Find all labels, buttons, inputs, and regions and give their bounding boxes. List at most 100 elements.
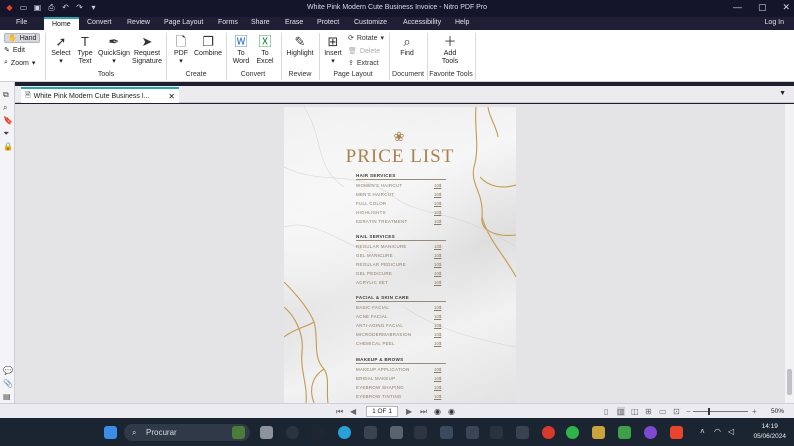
attachment-icon[interactable]: 📎 [3, 379, 13, 388]
presentation-icon[interactable]: ▭ [659, 407, 667, 416]
tab-accessibility[interactable]: Accessibility [403, 19, 441, 26]
pages-panel-icon[interactable]: ⧉ [3, 90, 9, 100]
page-number-field[interactable]: 1 OF 1 [366, 406, 398, 417]
document-tab[interactable]: 🗎 White Pink Modern Cute Business I... ✕ [21, 87, 179, 103]
highlight-button[interactable]: ✎ Highlight [284, 34, 316, 58]
app-icon[interactable] [618, 426, 631, 439]
wifi-icon[interactable]: ◠ [714, 427, 721, 436]
fit-page-icon[interactable]: ⊡ [673, 407, 680, 416]
previous-page-icon[interactable]: ◀ [350, 407, 356, 416]
lock-icon[interactable]: 🔒 [3, 142, 13, 151]
app-icon[interactable] [312, 426, 325, 439]
zoom-slider-handle[interactable] [708, 408, 710, 415]
app-icon[interactable] [440, 426, 453, 439]
tag-icon[interactable]: ⏷ [3, 129, 9, 139]
review-group-label: Review [288, 71, 312, 78]
search-placeholder: Procurar [146, 428, 177, 437]
tab-help[interactable]: Help [455, 19, 469, 26]
clock-time: 14:19 [761, 423, 778, 430]
quicksign-button[interactable]: ✒ QuickSign ▾ [97, 34, 131, 66]
type-text-button[interactable]: T Type Text [74, 34, 96, 66]
tab-list-dropdown-icon[interactable]: ▼ [779, 90, 786, 97]
combine-button[interactable]: ❐ Combine [194, 34, 222, 58]
app-icon[interactable] [490, 426, 503, 439]
tab-share[interactable]: Share [251, 19, 270, 26]
create-pdf-button[interactable]: 🗋 PDF ▾ [170, 34, 192, 66]
delete-button[interactable]: 🗑 Delete [348, 47, 380, 56]
maximize-button[interactable]: ▢ [758, 2, 767, 13]
windows-taskbar: ⌕ Procurar ˄ ◠ ◁ 14:19 05/06/2024 [0, 418, 794, 446]
windows-start-icon[interactable] [104, 426, 117, 439]
search-icon[interactable]: ⌕ [3, 103, 7, 113]
two-page-continuous-icon[interactable]: ⊞ [645, 407, 652, 416]
zoom-level[interactable]: 50% [771, 408, 784, 415]
two-page-view-icon[interactable]: ◫ [631, 407, 639, 416]
tab-erase[interactable]: Erase [285, 19, 303, 26]
next-view-icon[interactable]: ◉ [448, 407, 455, 416]
app-icon[interactable] [466, 426, 479, 439]
app-icon[interactable] [516, 426, 529, 439]
title-bar: ◆ ▭ ▣ ⎙ ↶ ↷ ▾ White Pink Modern Cute Bus… [0, 0, 794, 17]
login-button[interactable]: Log In [765, 19, 784, 26]
tab-home[interactable]: Home [44, 17, 79, 30]
to-excel-button[interactable]: 🅇 To Excel [254, 34, 276, 66]
single-page-view-icon[interactable]: ▯ [604, 407, 608, 416]
zoom-slider[interactable] [693, 411, 748, 412]
zoom-in-icon[interactable]: + [752, 407, 757, 416]
tab-forms[interactable]: Forms [218, 19, 238, 26]
media-icon[interactable] [414, 426, 427, 439]
comments-icon[interactable]: 💬 [3, 366, 13, 375]
hand-mode-button[interactable]: ✋ Hand [4, 33, 41, 43]
whatsapp-icon[interactable] [566, 426, 579, 439]
edge-browser-icon[interactable] [338, 426, 351, 439]
task-view-icon[interactable] [260, 426, 273, 439]
select-button[interactable]: ➚ Select ▾ [50, 34, 72, 66]
volume-icon[interactable]: ◁ [728, 427, 734, 436]
app-icon[interactable] [364, 426, 377, 439]
document-group-label: Document [392, 71, 424, 78]
app-icon[interactable] [542, 426, 555, 439]
vertical-scrollbar[interactable] [785, 104, 794, 403]
minimize-button[interactable]: — [733, 2, 742, 13]
widget-plant-icon[interactable] [232, 426, 245, 439]
to-excel-label-2: Excel [256, 58, 274, 65]
continuous-view-icon[interactable]: ▥ [617, 407, 625, 416]
insert-button[interactable]: ⊞ Insert ▾ [322, 34, 344, 66]
first-page-icon[interactable]: ⏮ [336, 407, 343, 417]
nitro-pdf-icon[interactable] [670, 426, 683, 439]
app-icon[interactable] [592, 426, 605, 439]
document-tab-bar: 🗎 White Pink Modern Cute Business I... ✕… [15, 86, 794, 103]
extract-button[interactable]: ⇪ Extract [348, 59, 379, 68]
tab-protect[interactable]: Protect [317, 19, 339, 26]
highlight-label: Highlight [286, 50, 314, 57]
tab-page-layout[interactable]: Page Layout [164, 19, 203, 26]
to-word-button[interactable]: 🅆 To Word [230, 34, 252, 66]
layers-icon[interactable]: ▤ [3, 392, 11, 401]
last-page-icon[interactable]: ⏭ [420, 407, 427, 417]
close-button[interactable]: ✕ [782, 2, 790, 13]
tab-file[interactable]: File [16, 19, 27, 26]
zoom-out-icon[interactable]: − [686, 407, 691, 416]
tab-convert[interactable]: Convert [87, 19, 112, 26]
tray-chevron-icon[interactable]: ˄ [700, 427, 705, 436]
zoom-mode-button[interactable]: ⌕ Zoom ▾ [4, 59, 35, 67]
tab-customize[interactable]: Customize [354, 19, 387, 26]
combine-label: Combine [194, 50, 223, 57]
scrollbar-thumb[interactable] [787, 369, 792, 395]
add-tools-button[interactable]: ＋ Add Tools [436, 34, 464, 66]
find-button[interactable]: ⌕ Find [396, 34, 418, 58]
store-icon[interactable] [390, 426, 403, 439]
previous-view-icon[interactable]: ◉ [434, 407, 441, 416]
tab-review[interactable]: Review [127, 19, 150, 26]
pdf-page[interactable]: ❀ PRICE LIST HAIR SERVICES WOMEN'S HAIRC… [284, 107, 516, 403]
next-page-icon[interactable]: ▶ [406, 407, 412, 416]
close-tab-icon[interactable]: ✕ [168, 92, 175, 101]
system-clock[interactable]: 14:19 05/06/2024 [753, 422, 786, 442]
app-icon[interactable] [286, 426, 299, 439]
request-signature-button[interactable]: ➤ Request Signature [131, 34, 163, 66]
chevron-down-icon: ▾ [331, 58, 335, 65]
bookmark-icon[interactable]: 🔖 [3, 116, 13, 125]
edit-mode-button[interactable]: ✎ Edit [4, 46, 25, 55]
rotate-button[interactable]: ⟳ Rotate ▾ [348, 34, 384, 43]
app-icon[interactable] [644, 426, 657, 439]
